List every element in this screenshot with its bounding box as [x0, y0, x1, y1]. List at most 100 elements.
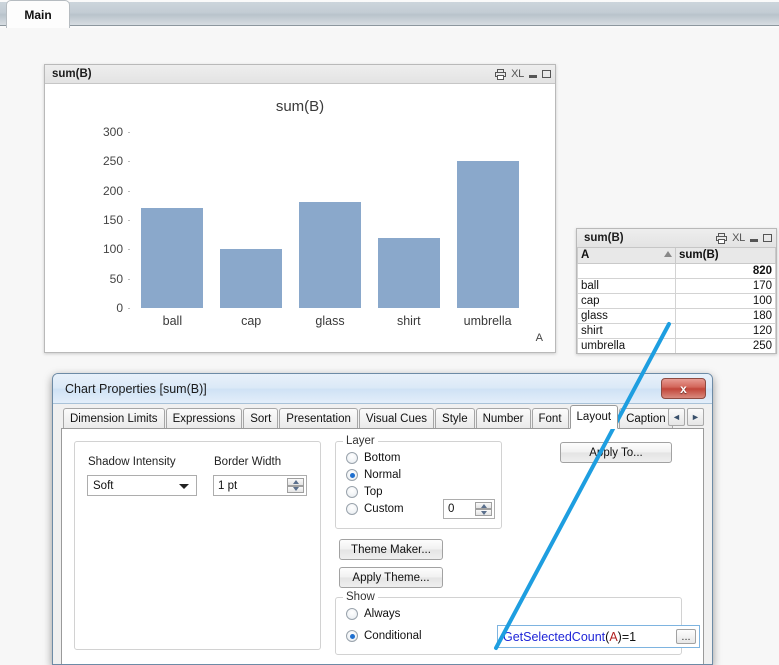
chart-x-tick-label: shirt: [396, 314, 421, 328]
tab-scroll-right-icon[interactable]: ►: [687, 408, 704, 426]
table-cell-dimension[interactable]: umbrella: [577, 337, 676, 353]
sort-ascending-icon[interactable]: [664, 251, 672, 257]
table-row[interactable]: shirt 120: [577, 322, 776, 339]
dialog-tab-layout[interactable]: Layout: [569, 405, 619, 429]
chart-bar[interactable]: [220, 249, 283, 308]
stepper-down-icon[interactable]: [287, 485, 304, 493]
dialog-tab-presentation[interactable]: Presentation: [279, 408, 358, 429]
chart-caption-bar[interactable]: sum(B) XL: [45, 65, 555, 84]
shadow-intensity-select[interactable]: Soft: [87, 475, 197, 496]
apply-theme-button[interactable]: Apply Theme...: [339, 567, 443, 588]
chart-y-tick-mark: [128, 308, 130, 309]
layer-option-top[interactable]: Top: [346, 486, 383, 498]
layer-option-normal[interactable]: Normal: [346, 469, 401, 481]
tab-scroll-arrows: ◄ ►: [668, 408, 704, 426]
minimize-icon[interactable]: [529, 70, 537, 78]
show-option-always[interactable]: Always: [346, 608, 400, 620]
table-cell-dimension[interactable]: ball: [577, 277, 676, 294]
theme-maker-button[interactable]: Theme Maker...: [339, 539, 443, 560]
table-cell-value[interactable]: 170: [675, 277, 776, 294]
chart-bar[interactable]: [456, 161, 519, 308]
conditional-expression-input[interactable]: GetSelectedCount(A)=1 ...: [497, 625, 700, 648]
layer-custom-input[interactable]: 0: [443, 499, 495, 519]
chart-x-tick-label: ball: [162, 314, 183, 328]
apply-to-button[interactable]: Apply To...: [560, 442, 672, 463]
chart-bar[interactable]: [377, 237, 440, 308]
sheet-tab-strip: Main: [0, 0, 779, 28]
layout-tab-panel: Shadow Intensity Soft Border Width 1 pt …: [61, 428, 704, 664]
layer-custom-stepper[interactable]: [475, 502, 492, 516]
table-row[interactable]: ball 170: [577, 277, 776, 294]
table-total-label: [577, 262, 676, 279]
export-excel-icon[interactable]: XL: [511, 68, 524, 80]
chart-x-axis-label: A: [535, 332, 543, 344]
table-caption-bar[interactable]: sum(B) XL: [577, 229, 776, 248]
table-cell-value[interactable]: 120: [675, 322, 776, 339]
show-group: Show Always Conditional GetSelectedCount(…: [335, 591, 700, 655]
radio-button-icon[interactable]: [346, 608, 358, 620]
chart-properties-dialog[interactable]: Chart Properties [sum(B)] x Dimension Li…: [52, 373, 713, 665]
appearance-group: Shadow Intensity Soft Border Width 1 pt: [74, 441, 321, 650]
dialog-tab-font[interactable]: Font: [531, 408, 569, 429]
layer-option-label: Bottom: [364, 452, 401, 464]
stepper-up-icon[interactable]: [475, 502, 492, 509]
print-icon[interactable]: [716, 232, 728, 244]
chart-caption-icons: XL: [495, 68, 551, 80]
sheet-tab-label: Main: [24, 7, 52, 22]
table-header-row: A sum(B): [577, 248, 776, 264]
chart-y-tick: 50: [109, 271, 123, 286]
close-icon[interactable]: x: [661, 378, 706, 399]
show-option-conditional[interactable]: Conditional: [346, 630, 422, 642]
table-row[interactable]: cap 100: [577, 292, 776, 309]
stepper-down-icon[interactable]: [475, 509, 492, 516]
column-header-sum-b[interactable]: sum(B): [675, 248, 776, 264]
chart-y-tick: 200: [102, 183, 123, 198]
column-header-a[interactable]: A: [577, 248, 676, 264]
dialog-tab-number[interactable]: Number: [475, 408, 531, 429]
table-cell-dimension[interactable]: glass: [577, 307, 676, 324]
table-cell-dimension[interactable]: shirt: [577, 322, 676, 339]
table-cell-value[interactable]: 100: [675, 292, 776, 309]
sheet-tab-main[interactable]: Main: [6, 0, 70, 28]
dialog-tab-expressions[interactable]: Expressions: [165, 408, 243, 429]
chart-x-tick-label: umbrella: [463, 314, 512, 328]
chart-bar[interactable]: [299, 202, 361, 308]
dialog-tab-dimension-limits[interactable]: Dimension Limits: [63, 408, 165, 429]
layer-group-legend: Layer: [343, 435, 378, 447]
dialog-tab-caption[interactable]: Caption: [619, 408, 673, 429]
chart-object-window[interactable]: sum(B) XL sum(B) 0 50 100 150 200 250 300 ball c…: [44, 64, 556, 353]
radio-button-icon[interactable]: [346, 486, 358, 498]
radio-button-icon[interactable]: [346, 630, 358, 642]
print-icon[interactable]: [495, 68, 507, 80]
export-excel-icon[interactable]: XL: [732, 232, 745, 244]
table-row[interactable]: glass 180: [577, 307, 776, 324]
stepper-up-icon[interactable]: [287, 478, 304, 486]
layer-option-bottom[interactable]: Bottom: [346, 452, 400, 464]
radio-button-icon[interactable]: [346, 469, 358, 481]
chart-y-tick-mark: [128, 161, 130, 163]
chart-y-tick: 250: [102, 154, 123, 169]
chart-bar[interactable]: [141, 208, 204, 308]
maximize-icon[interactable]: [763, 234, 772, 242]
table-object-window[interactable]: sum(B) XL A sum(B) 820 ball 170 cap 100 …: [576, 228, 777, 354]
shadow-intensity-label: Shadow Intensity: [88, 456, 176, 468]
expression-editor-button[interactable]: ...: [676, 629, 696, 644]
table-cell-value[interactable]: 180: [675, 307, 776, 324]
dialog-tab-visual-cues[interactable]: Visual Cues: [358, 408, 435, 429]
border-width-stepper[interactable]: [287, 478, 304, 493]
maximize-icon[interactable]: [542, 70, 551, 78]
border-width-input[interactable]: 1 pt: [213, 475, 307, 496]
table-cell-value[interactable]: 250: [675, 337, 776, 353]
table-caption-icons: XL: [716, 232, 772, 244]
table-row[interactable]: umbrella 250: [577, 337, 776, 353]
layer-option-custom[interactable]: Custom: [346, 503, 404, 515]
minimize-icon[interactable]: [750, 234, 758, 242]
dialog-tab-style[interactable]: Style: [435, 408, 475, 429]
dialog-title-bar[interactable]: Chart Properties [sum(B)] x: [53, 374, 712, 404]
radio-button-icon[interactable]: [346, 452, 358, 464]
chart-y-tick-mark: [128, 190, 130, 192]
table-cell-dimension[interactable]: cap: [577, 292, 676, 309]
dialog-tab-sort[interactable]: Sort: [243, 408, 279, 429]
tab-scroll-left-icon[interactable]: ◄: [668, 408, 685, 426]
radio-button-icon[interactable]: [346, 503, 358, 515]
